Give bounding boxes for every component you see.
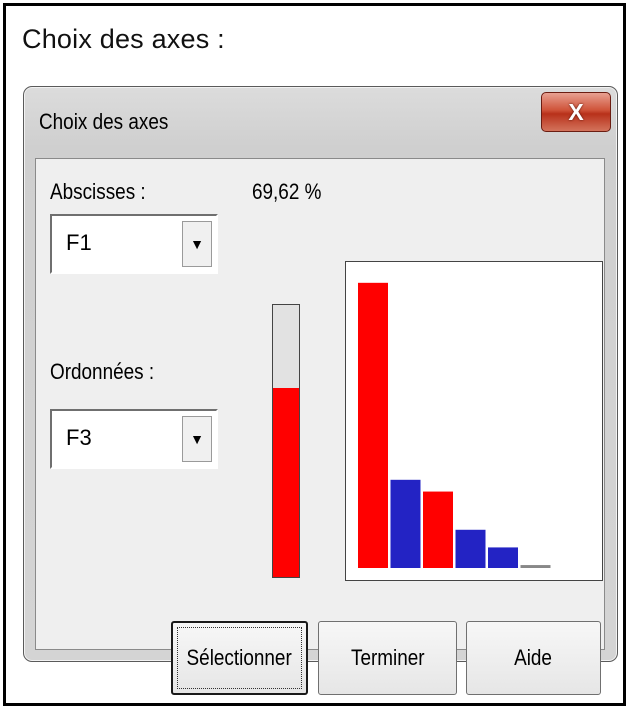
screenshot-frame: Choix des axes : Choix des axes X Abscis… <box>3 3 626 706</box>
select-button-label: Sélectionner <box>186 645 293 670</box>
chevron-down-icon[interactable]: ▼ <box>182 221 212 267</box>
abscisses-select[interactable]: F1 ▼ <box>50 214 218 274</box>
window-title: Choix des axes <box>39 109 169 134</box>
bar-F1 <box>358 282 388 568</box>
select-button[interactable]: Sélectionner <box>171 621 308 695</box>
dialog-client-area: Abscisses : F1 ▼ Ordonnées : F3 ▼ 69,62 … <box>35 158 605 695</box>
bar-F5 <box>488 547 518 568</box>
ordonnees-label: Ordonnées : <box>50 359 155 384</box>
dialog-window: Choix des axes X Abscisses : F1 ▼ Ordonn… <box>23 86 618 695</box>
finish-button-label: Terminer <box>350 645 425 670</box>
eigenvalue-chart <box>345 261 603 581</box>
close-icon: X <box>568 98 584 125</box>
inertia-gauge <box>272 304 300 578</box>
eigenvalue-chart-svg <box>358 282 551 568</box>
bar-F3 <box>423 491 453 568</box>
inertia-gauge-fill <box>273 387 299 577</box>
finish-button[interactable]: Terminer <box>318 621 457 695</box>
help-button-label: Aide <box>514 645 553 670</box>
ordonnees-value: F3 <box>66 425 92 450</box>
abscisses-label: Abscisses : <box>50 179 146 204</box>
abscisses-value: F1 <box>66 230 92 255</box>
bar-F4 <box>455 529 486 568</box>
chevron-down-icon[interactable]: ▼ <box>182 416 212 462</box>
caption-text: Choix des axes : <box>22 24 225 54</box>
bar-F2 <box>390 479 421 568</box>
bar-F6 <box>520 565 551 568</box>
close-button[interactable]: X <box>541 92 611 132</box>
inertia-percent: 69,62 % <box>252 179 322 204</box>
help-button[interactable]: Aide <box>466 621 601 695</box>
ordonnees-select[interactable]: F3 ▼ <box>50 409 218 469</box>
